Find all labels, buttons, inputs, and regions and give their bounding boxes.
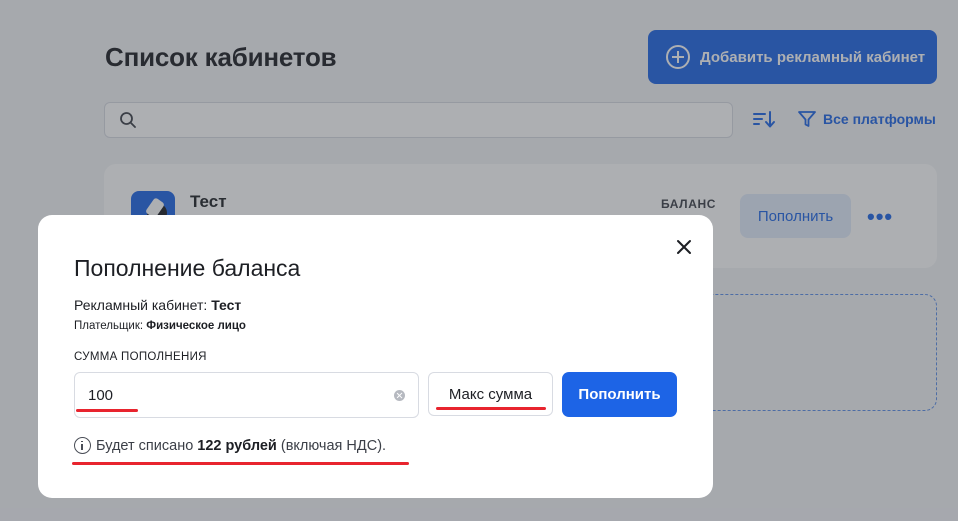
submit-topup-button[interactable]: Пополнить [562,372,677,417]
modal-title: Пополнение баланса [74,255,301,281]
modal-payer-line: Плательщик: Физическое лицо [74,320,246,332]
close-icon[interactable] [674,237,694,257]
payer-name-value: Физическое лицо [146,320,246,332]
annotation-underline-amount [76,409,138,412]
payer-prefix: Плательщик: [74,320,147,332]
annotation-underline-note [72,462,409,465]
info-icon [74,437,91,454]
clear-input-icon[interactable] [394,390,405,401]
charge-note-text: Будет списано 122 рублей (включая НДС). [96,438,386,454]
topup-modal: Пополнение баланса Рекламный кабинет: Те… [38,215,713,498]
note-prefix: Будет списано [96,437,198,454]
note-amount: 122 рублей [197,437,277,454]
modal-cabinet-line: Рекламный кабинет: Тест [74,297,241,313]
charge-note: Будет списано 122 рублей (включая НДС). [74,437,386,454]
annotation-underline-max [436,407,546,410]
amount-label: СУММА ПОПОЛНЕНИЯ [74,351,207,363]
cabinet-prefix: Рекламный кабинет: [74,297,212,313]
cabinet-name-value: Тест [211,297,242,313]
note-suffix: (включая НДС). [276,437,387,454]
